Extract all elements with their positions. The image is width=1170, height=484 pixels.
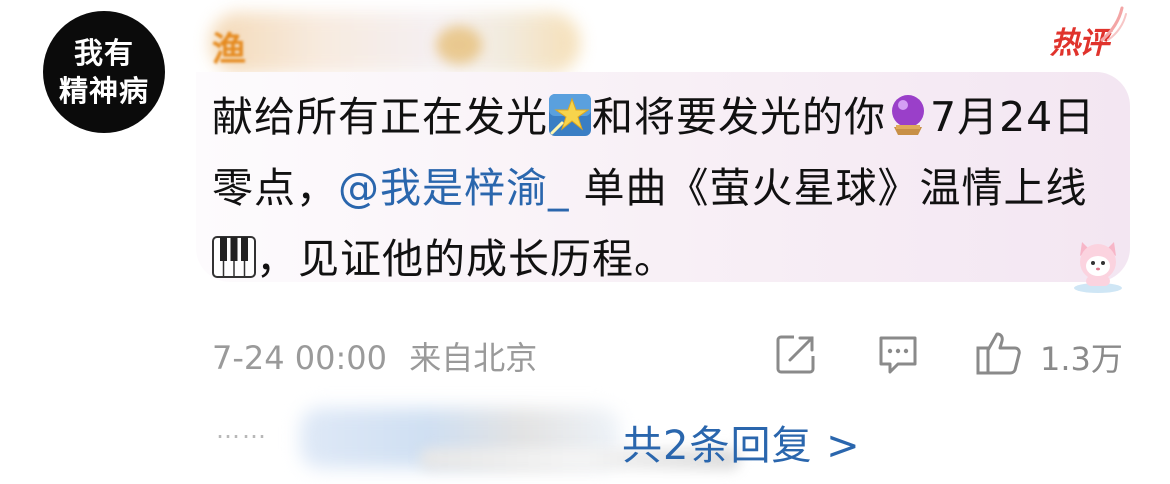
- username-blurred: [210, 12, 580, 74]
- share-icon[interactable]: [774, 332, 818, 376]
- comment-location: 来自北京: [409, 339, 538, 377]
- like-count: 1.3万: [1040, 340, 1123, 378]
- comment-seg1: 献给所有正在发光: [212, 93, 548, 141]
- vip-badge-icon: [436, 26, 482, 64]
- reply-ellipsis: ……: [216, 416, 268, 444]
- cat-sticker-icon: [1074, 242, 1122, 293]
- comment-icon[interactable]: [876, 332, 920, 376]
- comment-seg5: ，见证他的成长历程。: [256, 235, 676, 283]
- crystal-ball-icon: [892, 95, 924, 135]
- avatar-text-line1: 我有: [73, 36, 134, 70]
- username[interactable]: 渔: [212, 22, 246, 71]
- comment-seg2: 和将要发光的你: [592, 93, 886, 141]
- mention-link[interactable]: @我是梓渝_: [338, 164, 570, 212]
- view-replies-link[interactable]: 共2条回复 >: [622, 413, 861, 471]
- avatar-text-line2: 精神病: [58, 74, 149, 108]
- thumbs-up-icon[interactable]: [975, 330, 1023, 376]
- comment-time: 7-24 00:00: [212, 339, 388, 377]
- comment-text: 献给所有正在发光 和将要发光的你 7月24日零点，@我是梓渝_ 单曲《萤火星球》…: [212, 82, 1112, 295]
- comment-seg4: 单曲《萤火星球》温情上线: [569, 164, 1088, 212]
- comment-meta: 7-24 00:00 来自北京: [212, 333, 537, 379]
- star-icon: [549, 94, 591, 136]
- avatar[interactable]: 我有 精神病: [43, 11, 165, 133]
- swoosh-icon: [1100, 6, 1127, 42]
- piano-keys-icon: [212, 236, 256, 278]
